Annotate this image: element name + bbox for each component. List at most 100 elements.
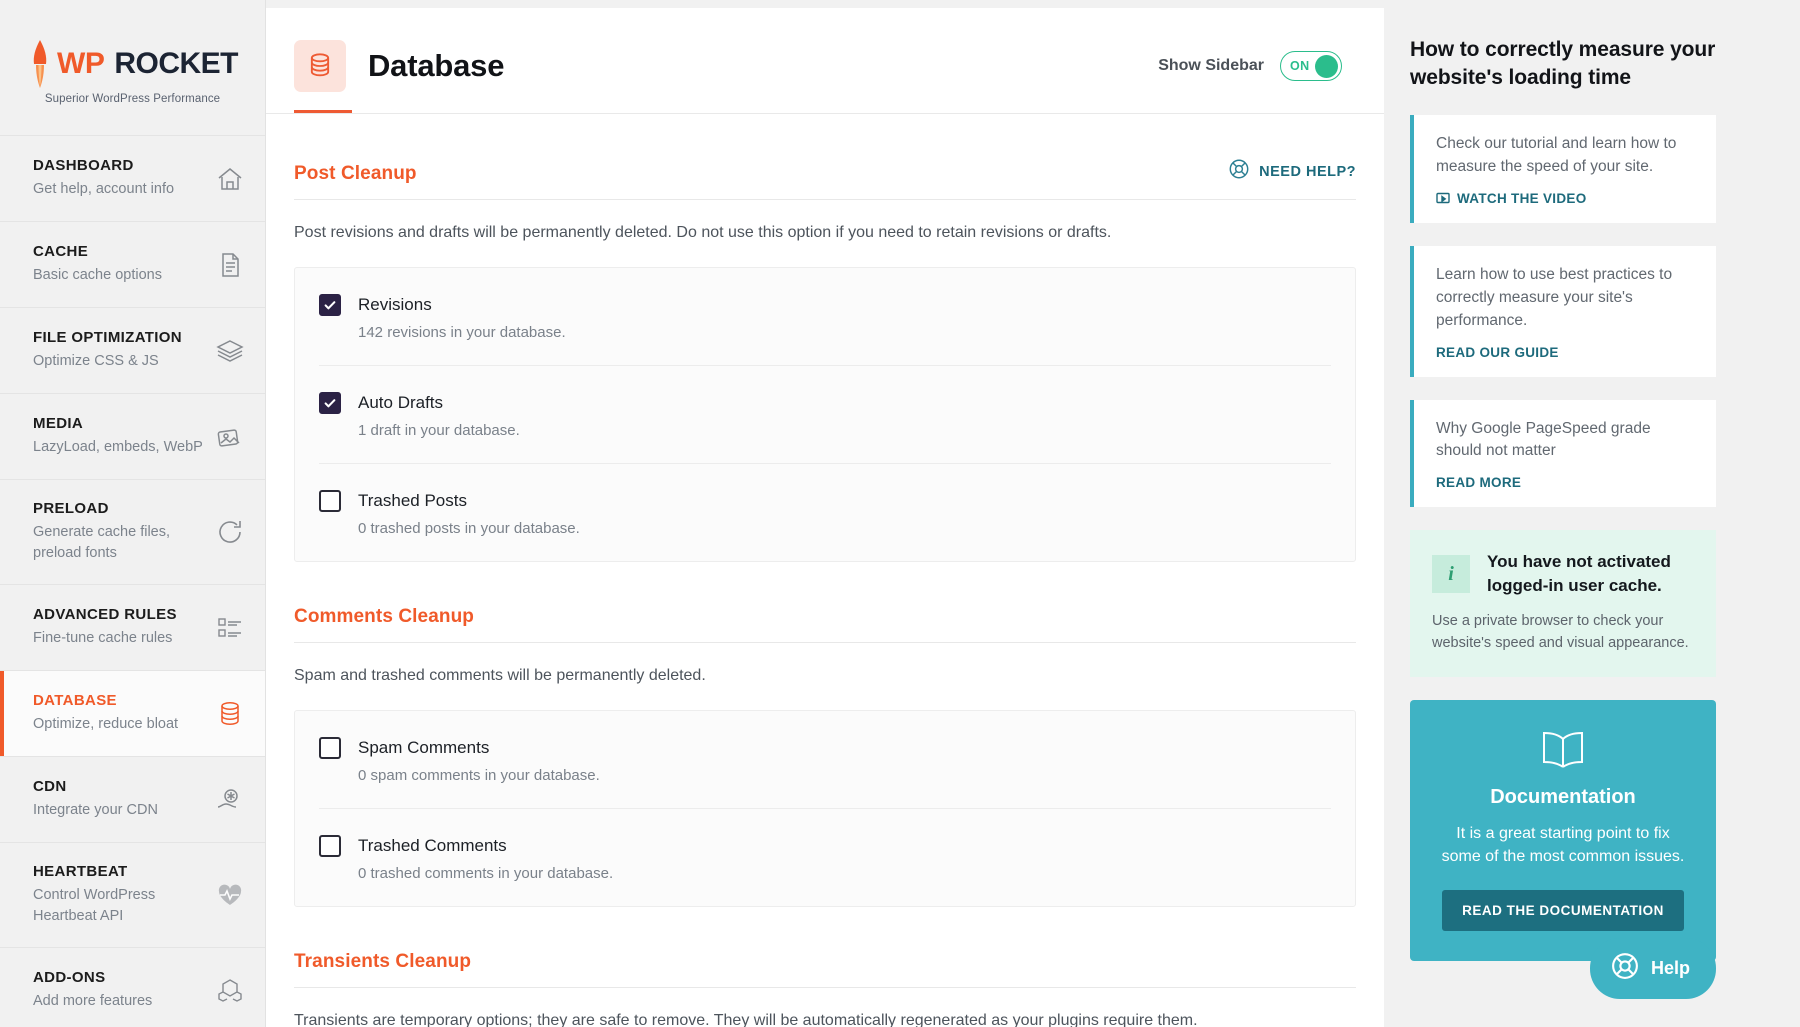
- brand-logo: WP ROCKET Superior WordPress Performance: [0, 0, 265, 135]
- list-icon: [215, 613, 245, 643]
- checkbox-trashed-posts[interactable]: [319, 490, 341, 512]
- rail-card-text: Check our tutorial and learn how to meas…: [1436, 134, 1677, 175]
- home-icon: [215, 164, 245, 194]
- read-documentation-button[interactable]: READ THE DOCUMENTATION: [1442, 889, 1684, 931]
- sidebar-item-desc: Control WordPress Heartbeat API: [33, 887, 156, 925]
- documentation-card: Documentation It is a great starting poi…: [1410, 699, 1716, 961]
- options-group: Spam Comments 0 spam comments in your dat…: [294, 710, 1356, 907]
- lifebuoy-icon: [1610, 951, 1640, 986]
- sidebar-item-dashboard[interactable]: DASHBOARD Get help, account info: [0, 135, 265, 221]
- rail-card: Learn how to use best practices to corre…: [1410, 245, 1716, 377]
- section-transients-cleanup: Transients Cleanup Transients are tempora…: [294, 907, 1356, 1027]
- option-label: Trashed Posts: [358, 491, 467, 510]
- notice-body: Use a private browser to check your webs…: [1432, 613, 1689, 651]
- cloud-icon: [215, 785, 245, 815]
- sidebar-item-desc: Integrate your CDN: [33, 802, 158, 819]
- lifebuoy-icon: [1228, 158, 1250, 185]
- section-post-cleanup: Post Cleanup NEED HELP? Post revisions and…: [294, 114, 1356, 562]
- main-region: Database Show Sidebar ON Post Cleanup NEE…: [266, 0, 1800, 1027]
- sidebar-item-add-ons[interactable]: ADD-ONS Add more features: [0, 947, 265, 1027]
- info-icon: i: [1432, 555, 1470, 594]
- rail-card: Why Google PageSpeed grade should not ma…: [1410, 399, 1716, 508]
- sidebar-item-desc: Add more features: [33, 993, 153, 1010]
- section-description: Transients are temporary options; they a…: [294, 1012, 1198, 1027]
- cubes-icon: [215, 976, 245, 1006]
- images-icon: [215, 422, 245, 452]
- sidebar-item-cdn[interactable]: CDN Integrate your CDN: [0, 756, 265, 842]
- checkbox-trashed-comments[interactable]: [319, 835, 341, 857]
- sidebar-item-desc: Optimize, reduce bloat: [33, 716, 179, 733]
- rail-card-text: Why Google PageSpeed grade should not ma…: [1436, 419, 1651, 460]
- show-sidebar-control[interactable]: Show Sidebar ON: [1158, 51, 1342, 81]
- option-label: Trashed Comments: [358, 836, 507, 855]
- sidebar-item-media[interactable]: MEDIA LazyLoad, embeds, WebP: [0, 393, 265, 479]
- sidebar-item-database[interactable]: DATABASE Optimize, reduce bloat: [0, 670, 265, 757]
- option-label: Spam Comments: [358, 738, 490, 757]
- wp-rocket-settings-page: WP ROCKET Superior WordPress Performance…: [0, 0, 1800, 1027]
- sidebar-item-file-optimization[interactable]: FILE OPTIMIZATION Optimize CSS & JS: [0, 307, 265, 393]
- sidebar-item-title: FILE OPTIMIZATION: [33, 328, 182, 346]
- sidebar-item-cache[interactable]: CACHE Basic cache options: [0, 221, 265, 307]
- option-subtext: 0 trashed posts in your database.: [358, 520, 580, 537]
- checkbox-spam-comments[interactable]: [319, 737, 341, 759]
- rail-card-link[interactable]: WATCH THE VIDEO: [1436, 191, 1696, 206]
- brand-tagline: Superior WordPress Performance: [44, 93, 221, 105]
- section-description: Post revisions and drafts will be perman…: [294, 224, 1112, 241]
- option-subtext: 0 spam comments in your database.: [358, 767, 600, 784]
- main-panel: Database Show Sidebar ON Post Cleanup NEE…: [266, 8, 1384, 1027]
- need-help-label: NEED HELP?: [1259, 163, 1356, 180]
- layers-icon: [215, 336, 245, 366]
- sidebar-item-title: HEARTBEAT: [33, 863, 128, 881]
- notice-card: i You have not activated logged-in user …: [1410, 530, 1716, 677]
- sidebar-item-title: CACHE: [33, 242, 89, 260]
- book-icon: [1540, 730, 1586, 768]
- option-row: Spam Comments 0 spam comments in your dat…: [319, 711, 1331, 808]
- section-title: Transients Cleanup: [294, 951, 472, 972]
- page-header: Database Show Sidebar ON: [266, 8, 1384, 92]
- toggle-state-text: ON: [1290, 59, 1310, 73]
- section-comments-cleanup: Comments Cleanup Spam and trashed comment…: [294, 562, 1356, 907]
- option-label: Auto Drafts: [358, 393, 444, 412]
- option-row: Auto Drafts 1 draft in your database.: [319, 365, 1331, 463]
- document-icon: [215, 250, 245, 280]
- show-sidebar-toggle[interactable]: ON: [1280, 51, 1342, 81]
- sidebar-item-title: DATABASE: [33, 692, 117, 710]
- documentation-title: Documentation: [1490, 785, 1636, 808]
- option-subtext: 0 trashed comments in your database.: [358, 865, 614, 882]
- page-title: Database: [368, 48, 505, 83]
- documentation-text: It is a great starting point to fix some…: [1441, 824, 1685, 865]
- rail-card-link[interactable]: READ OUR GUIDE: [1436, 345, 1696, 360]
- help-button-label: Help: [1650, 958, 1690, 978]
- sidebar-item-title: DASHBOARD: [33, 156, 134, 174]
- options-group: Revisions 142 revisions in your database.…: [294, 267, 1356, 562]
- sidebar-item-title: CDN: [33, 778, 67, 796]
- sidebar-item-preload[interactable]: PRELOAD Generate cache files, preload fon…: [0, 479, 265, 584]
- sidebar-item-advanced-rules[interactable]: ADVANCED RULES Fine-tune cache rules: [0, 584, 265, 670]
- sidebar-item-desc: Get help, account info: [33, 180, 175, 197]
- sidebar-item-desc: Fine-tune cache rules: [33, 630, 173, 647]
- video-icon: [1436, 191, 1450, 205]
- checkbox-auto-drafts[interactable]: [319, 392, 341, 414]
- sidebar-item-desc: LazyLoad, embeds, WebP: [33, 438, 203, 455]
- rocket-icon: [27, 38, 53, 90]
- rail-card: Check our tutorial and learn how to meas…: [1410, 114, 1716, 223]
- refresh-icon: [215, 517, 245, 547]
- rail-title: How to correctly measure your website's …: [1410, 38, 1716, 89]
- option-row: Trashed Comments 0 trashed comments in yo…: [319, 808, 1331, 906]
- need-help-link[interactable]: NEED HELP?: [1228, 158, 1356, 185]
- heartbeat-icon: [215, 880, 245, 910]
- checkbox-revisions[interactable]: [319, 294, 341, 316]
- rail-card-link-label: WATCH THE VIDEO: [1457, 190, 1587, 206]
- database-icon: [215, 699, 245, 729]
- rail-card-link[interactable]: READ MORE: [1436, 475, 1696, 490]
- rail-card-text: Learn how to use best practices to corre…: [1436, 265, 1673, 329]
- section-title: Comments Cleanup: [294, 606, 475, 627]
- sidebar-item-title: MEDIA: [33, 414, 84, 432]
- sidebar-item-title: ADVANCED RULES: [33, 606, 177, 624]
- show-sidebar-label: Show Sidebar: [1158, 57, 1264, 74]
- database-icon: [294, 40, 346, 92]
- sidebar-item-heartbeat[interactable]: HEARTBEAT Control WordPress Heartbeat API: [0, 842, 265, 947]
- brand-wp: WP: [57, 47, 105, 80]
- sidebar-item-desc: Basic cache options: [33, 266, 162, 283]
- help-button[interactable]: Help: [1589, 938, 1716, 999]
